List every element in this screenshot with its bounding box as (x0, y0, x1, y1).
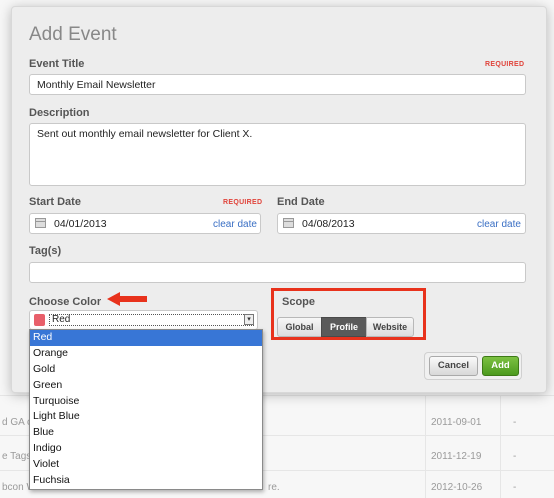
color-selected-text: Red (52, 314, 71, 325)
event-title-required: REQUIRED (485, 61, 525, 68)
start-date-input[interactable]: 04/01/2013 clear date (29, 213, 261, 234)
calendar-icon[interactable] (283, 218, 294, 228)
bg-row-label: e Tags (2, 451, 32, 462)
end-clear-date-link[interactable]: clear date (477, 219, 521, 230)
color-dropdown-list[interactable]: Red Orange Gold Green Turquoise Light Bl… (29, 329, 263, 490)
start-date-value: 04/01/2013 (54, 218, 107, 230)
tags-input[interactable] (29, 262, 526, 283)
start-date-label: Start Date (29, 196, 81, 208)
bg-row-dash: - (513, 482, 517, 493)
color-select[interactable]: Red ▾ (29, 310, 258, 330)
color-option-green[interactable]: Green (30, 378, 262, 394)
end-date-label: End Date (277, 196, 325, 208)
color-option-gold[interactable]: Gold (30, 362, 262, 378)
color-swatch (34, 314, 45, 326)
color-option-orange[interactable]: Orange (30, 346, 262, 362)
calendar-icon[interactable] (35, 218, 46, 228)
event-title-value: Monthly Email Newsletter (37, 79, 156, 91)
event-title-input[interactable]: Monthly Email Newsletter (29, 74, 526, 95)
color-option-fuchsia[interactable]: Fuchsia (30, 473, 262, 489)
bg-row-date: 2011-09-01 (431, 417, 482, 428)
end-date-value: 04/08/2013 (302, 218, 355, 230)
color-option-light-blue[interactable]: Light Blue (30, 409, 262, 425)
color-option-indigo[interactable]: Indigo (30, 441, 262, 457)
color-select-value: Red (49, 314, 254, 326)
color-option-violet[interactable]: Violet (30, 457, 262, 473)
start-date-required: REQUIRED (223, 199, 263, 206)
color-option-turquoise[interactable]: Turquoise (30, 394, 262, 410)
choose-color-label: Choose Color (29, 296, 102, 308)
annotation-arrow-icon (107, 292, 147, 306)
bg-divider (500, 395, 501, 498)
bg-divider (425, 395, 426, 498)
bg-row-dash: - (513, 451, 517, 462)
event-title-label: Event Title (29, 58, 85, 70)
bg-row-dash: - (513, 417, 517, 428)
description-value: Sent out monthly email newsletter for Cl… (37, 128, 253, 140)
cancel-button[interactable]: Cancel (429, 356, 478, 376)
bg-row-date: 2012-10-26 (431, 482, 483, 493)
color-option-red[interactable]: Red (30, 330, 262, 346)
end-date-input[interactable]: 04/08/2013 clear date (277, 213, 526, 234)
scope-highlight-box (271, 288, 426, 340)
add-button[interactable]: Add (482, 356, 519, 376)
description-textarea[interactable]: Sent out monthly email newsletter for Cl… (29, 123, 526, 186)
bg-row-extra: re. (268, 482, 280, 493)
start-clear-date-link[interactable]: clear date (213, 219, 257, 230)
color-option-blue[interactable]: Blue (30, 425, 262, 441)
chevron-down-icon[interactable]: ▾ (244, 314, 254, 325)
modal-title: Add Event (29, 24, 117, 45)
tags-label: Tag(s) (29, 245, 62, 257)
bg-row-date: 2011-12-19 (431, 451, 482, 462)
description-label: Description (29, 107, 90, 119)
